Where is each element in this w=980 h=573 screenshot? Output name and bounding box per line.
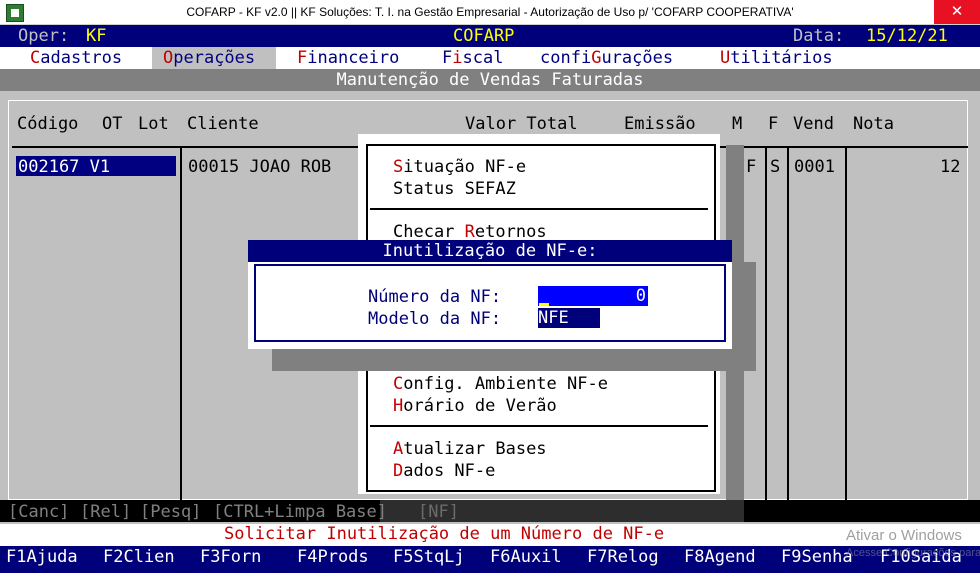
- menu-cadastros[interactable]: Cadastros: [30, 48, 122, 68]
- grid-column-divider: [787, 148, 789, 500]
- fkey-f9[interactable]: F9Senha: [781, 547, 853, 567]
- date-value: 15/12/21: [866, 26, 948, 46]
- menu-utilitarios[interactable]: Utilitários: [720, 48, 833, 68]
- date-label: Data:: [793, 26, 845, 46]
- nf-number-input[interactable]: 0: [538, 286, 648, 306]
- col-header-valor-total: Valor Total: [465, 114, 578, 134]
- window-title: COFARP - KF v2.0 || KF Soluções: T. I. n…: [186, 5, 794, 19]
- popup-item-atualizar-bases[interactable]: Atualizar Bases: [393, 439, 547, 459]
- menu-operacoes[interactable]: Operações: [163, 48, 255, 68]
- nf-model-label: Modelo da NF:: [368, 309, 502, 329]
- close-button[interactable]: ✕: [934, 0, 980, 24]
- cell-f[interactable]: F: [746, 157, 756, 177]
- col-header-m: M: [732, 114, 743, 134]
- text-cursor: [539, 303, 549, 306]
- activation-watermark-subtitle: Acesse Configurações para ativar o Windo…: [846, 547, 980, 559]
- fkey-f8[interactable]: F8Agend: [684, 547, 756, 567]
- fkey-f5[interactable]: F5StqLj: [393, 547, 465, 567]
- menu-financeiro[interactable]: Financeiro: [297, 48, 399, 68]
- dialog-title: Inutilização de NF-e:: [382, 241, 598, 261]
- grid-column-divider: [180, 148, 182, 500]
- fkey-f1[interactable]: F1Ajuda: [6, 547, 78, 567]
- col-header-codigo: Código: [17, 114, 79, 134]
- status-message: Solicitar Inutilização de um Número de N…: [224, 524, 665, 544]
- hint-pesq[interactable]: [Pesq]: [140, 502, 201, 522]
- col-header-f: F: [768, 114, 779, 134]
- operator-value: KF: [86, 26, 107, 46]
- hint-cancel[interactable]: [Canc]: [8, 502, 69, 522]
- col-header-emissao: Emissão: [624, 114, 696, 134]
- fkey-f4[interactable]: F4Prods: [297, 547, 369, 567]
- fkey-f6[interactable]: F6Auxil: [490, 547, 562, 567]
- col-header-vend: Vend: [793, 114, 834, 134]
- popup-separator: [370, 208, 708, 210]
- grid-column-divider: [845, 148, 847, 500]
- popup-shadow-overlay: [380, 500, 744, 522]
- nf-model-input[interactable]: NFE: [538, 308, 600, 328]
- popup-item-status-sefaz[interactable]: Status SEFAZ: [393, 179, 516, 199]
- menu-configuracoes[interactable]: confiGurações: [540, 48, 673, 68]
- popup-item-horario-verao[interactable]: Horário de Verão: [393, 396, 557, 416]
- screen-title: Manutenção de Vendas Faturadas: [336, 70, 644, 90]
- cell-cliente[interactable]: 00015 JOAO ROB: [188, 157, 331, 177]
- app-icon[interactable]: [6, 4, 24, 22]
- col-header-lot: Lot: [138, 114, 169, 134]
- cell-nota[interactable]: 12: [940, 157, 960, 177]
- activation-watermark: Ativar o Windows: [846, 527, 962, 544]
- popup-item-checar-retornos[interactable]: Checar Retornos: [393, 222, 547, 242]
- popup-item-dados-nfe[interactable]: Dados NF-e: [393, 461, 495, 481]
- nf-number-label: Número da NF:: [368, 287, 502, 307]
- col-header-cliente: Cliente: [187, 114, 259, 134]
- col-header-ot: OT: [102, 114, 123, 134]
- popup-item-config-ambiente[interactable]: Config. Ambiente NF-e: [393, 374, 608, 394]
- fkey-f7[interactable]: F7Relog: [587, 547, 659, 567]
- popup-item-situacao-nfe[interactable]: Situação NF-e: [393, 157, 526, 177]
- system-name: COFARP: [453, 26, 515, 46]
- cell-s[interactable]: S: [770, 157, 780, 177]
- cell-vend[interactable]: 0001: [794, 157, 835, 177]
- operator-label: Oper:: [18, 26, 70, 46]
- window-titlebar: COFARP - KF v2.0 || KF Soluções: T. I. n…: [0, 0, 980, 25]
- col-header-nota: Nota: [853, 114, 894, 134]
- hint-rel[interactable]: [Rel]: [80, 502, 131, 522]
- grid-column-divider: [765, 148, 767, 500]
- fkey-f3[interactable]: F3Forn: [200, 547, 261, 567]
- menu-fiscal[interactable]: Fiscal: [442, 48, 503, 68]
- fkey-f2[interactable]: F2Clien: [103, 547, 175, 567]
- hint-limpa-base[interactable]: [CTRL+Limpa Base]: [213, 502, 387, 522]
- popup-separator: [370, 425, 708, 427]
- cell-codigo[interactable]: 002167 V1: [18, 157, 110, 177]
